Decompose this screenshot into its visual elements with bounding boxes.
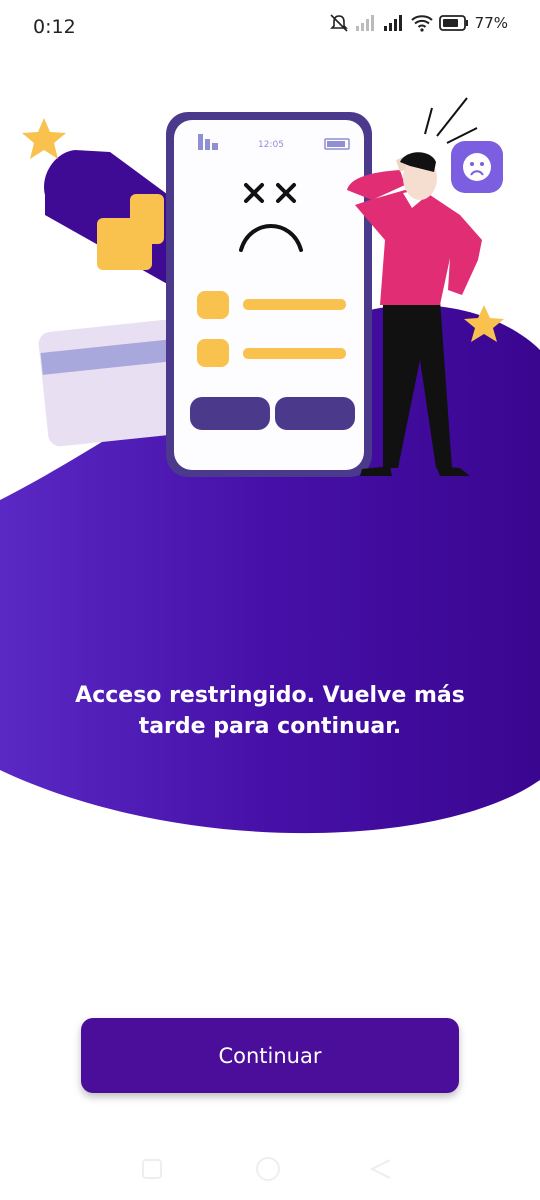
status-icons: 77%: [329, 14, 508, 32]
signal-icon: [355, 15, 374, 31]
back-icon[interactable]: [369, 1159, 391, 1179]
mute-bell-icon: [329, 14, 348, 32]
battery-percent: 77%: [474, 14, 508, 32]
phone-time: 12:05: [258, 140, 284, 150]
recent-apps-icon[interactable]: [142, 1159, 162, 1179]
star-icon: [22, 118, 66, 159]
access-denied-illustration: 12:05: [22, 97, 504, 477]
screen: 0:12 77% 12:05 Acceso restringido. Vuelv…: [0, 0, 540, 1200]
navigation-bar: [0, 1146, 540, 1200]
battery-icon: [438, 15, 468, 31]
status-bar: 0:12 77%: [0, 0, 540, 56]
star-icon: [464, 305, 504, 342]
continue-button[interactable]: Continuar: [81, 1018, 459, 1093]
access-restricted-message: Acceso restringido. Vuelve más tarde par…: [75, 683, 465, 739]
status-time: 0:12: [33, 16, 76, 38]
sad-emoji-badge-icon: [451, 141, 503, 193]
home-icon[interactable]: [256, 1157, 280, 1181]
signal-icon: [383, 15, 402, 31]
wifi-icon: [410, 15, 433, 32]
phone-illustration: 12:05: [166, 112, 372, 477]
